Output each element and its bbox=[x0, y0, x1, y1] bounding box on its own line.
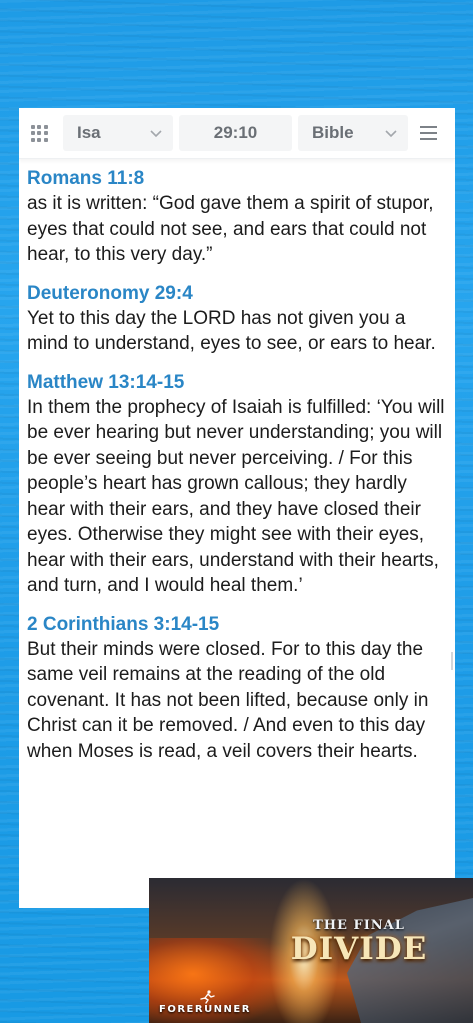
version-select[interactable]: Bible bbox=[298, 115, 408, 151]
verse-text: In them the prophecy of Isaiah is fulfil… bbox=[27, 396, 445, 597]
verse-reference-link[interactable]: Matthew 13:14-15 bbox=[27, 371, 447, 395]
book-select-value: Isa bbox=[77, 123, 101, 142]
chevron-down-icon bbox=[150, 130, 162, 138]
hamburger-menu-icon[interactable] bbox=[410, 115, 446, 151]
verse-entry: Matthew 13:14-15 In them the prophecy of… bbox=[27, 371, 447, 599]
verse-text: Yet to this day the LORD has not given y… bbox=[27, 307, 436, 355]
grid-menu-icon[interactable] bbox=[21, 108, 57, 158]
promo-brand: FORERUNNER bbox=[159, 1004, 251, 1015]
verse-reference-link[interactable]: Deuteronomy 29:4 bbox=[27, 282, 447, 306]
verse-text: as it is written: “God gave them a spiri… bbox=[27, 193, 434, 265]
verse-entry: Deuteronomy 29:4 Yet to this day the LOR… bbox=[27, 282, 447, 357]
toolbar: Isa 29:10 Bible bbox=[19, 108, 455, 159]
promo-banner[interactable]: THE FINAL DIVIDE FORERUNNER bbox=[149, 878, 473, 1023]
scrollbar-thumb[interactable] bbox=[451, 652, 453, 670]
runner-logo-icon bbox=[200, 990, 215, 1004]
bible-reader-panel: Isa 29:10 Bible Romans 11:8 as it is wri… bbox=[19, 108, 455, 908]
verse-text: But their minds were closed. For to this… bbox=[27, 638, 429, 762]
promo-title: DIVIDE bbox=[290, 931, 428, 967]
version-select-value: Bible bbox=[312, 123, 354, 142]
verse-reference-link[interactable]: 2 Corinthians 3:14-15 bbox=[27, 613, 447, 637]
reference-input[interactable]: 29:10 bbox=[179, 115, 292, 151]
verse-entry: Romans 11:8 as it is written: “God gave … bbox=[27, 167, 447, 268]
reference-value: 29:10 bbox=[213, 123, 258, 142]
book-select[interactable]: Isa bbox=[63, 115, 173, 151]
verse-reference-link[interactable]: Romans 11:8 bbox=[27, 167, 447, 191]
verse-entry: 2 Corinthians 3:14-15 But their minds we… bbox=[27, 613, 447, 765]
chevron-down-icon bbox=[385, 130, 397, 138]
verse-list: Romans 11:8 as it is written: “God gave … bbox=[19, 159, 455, 764]
